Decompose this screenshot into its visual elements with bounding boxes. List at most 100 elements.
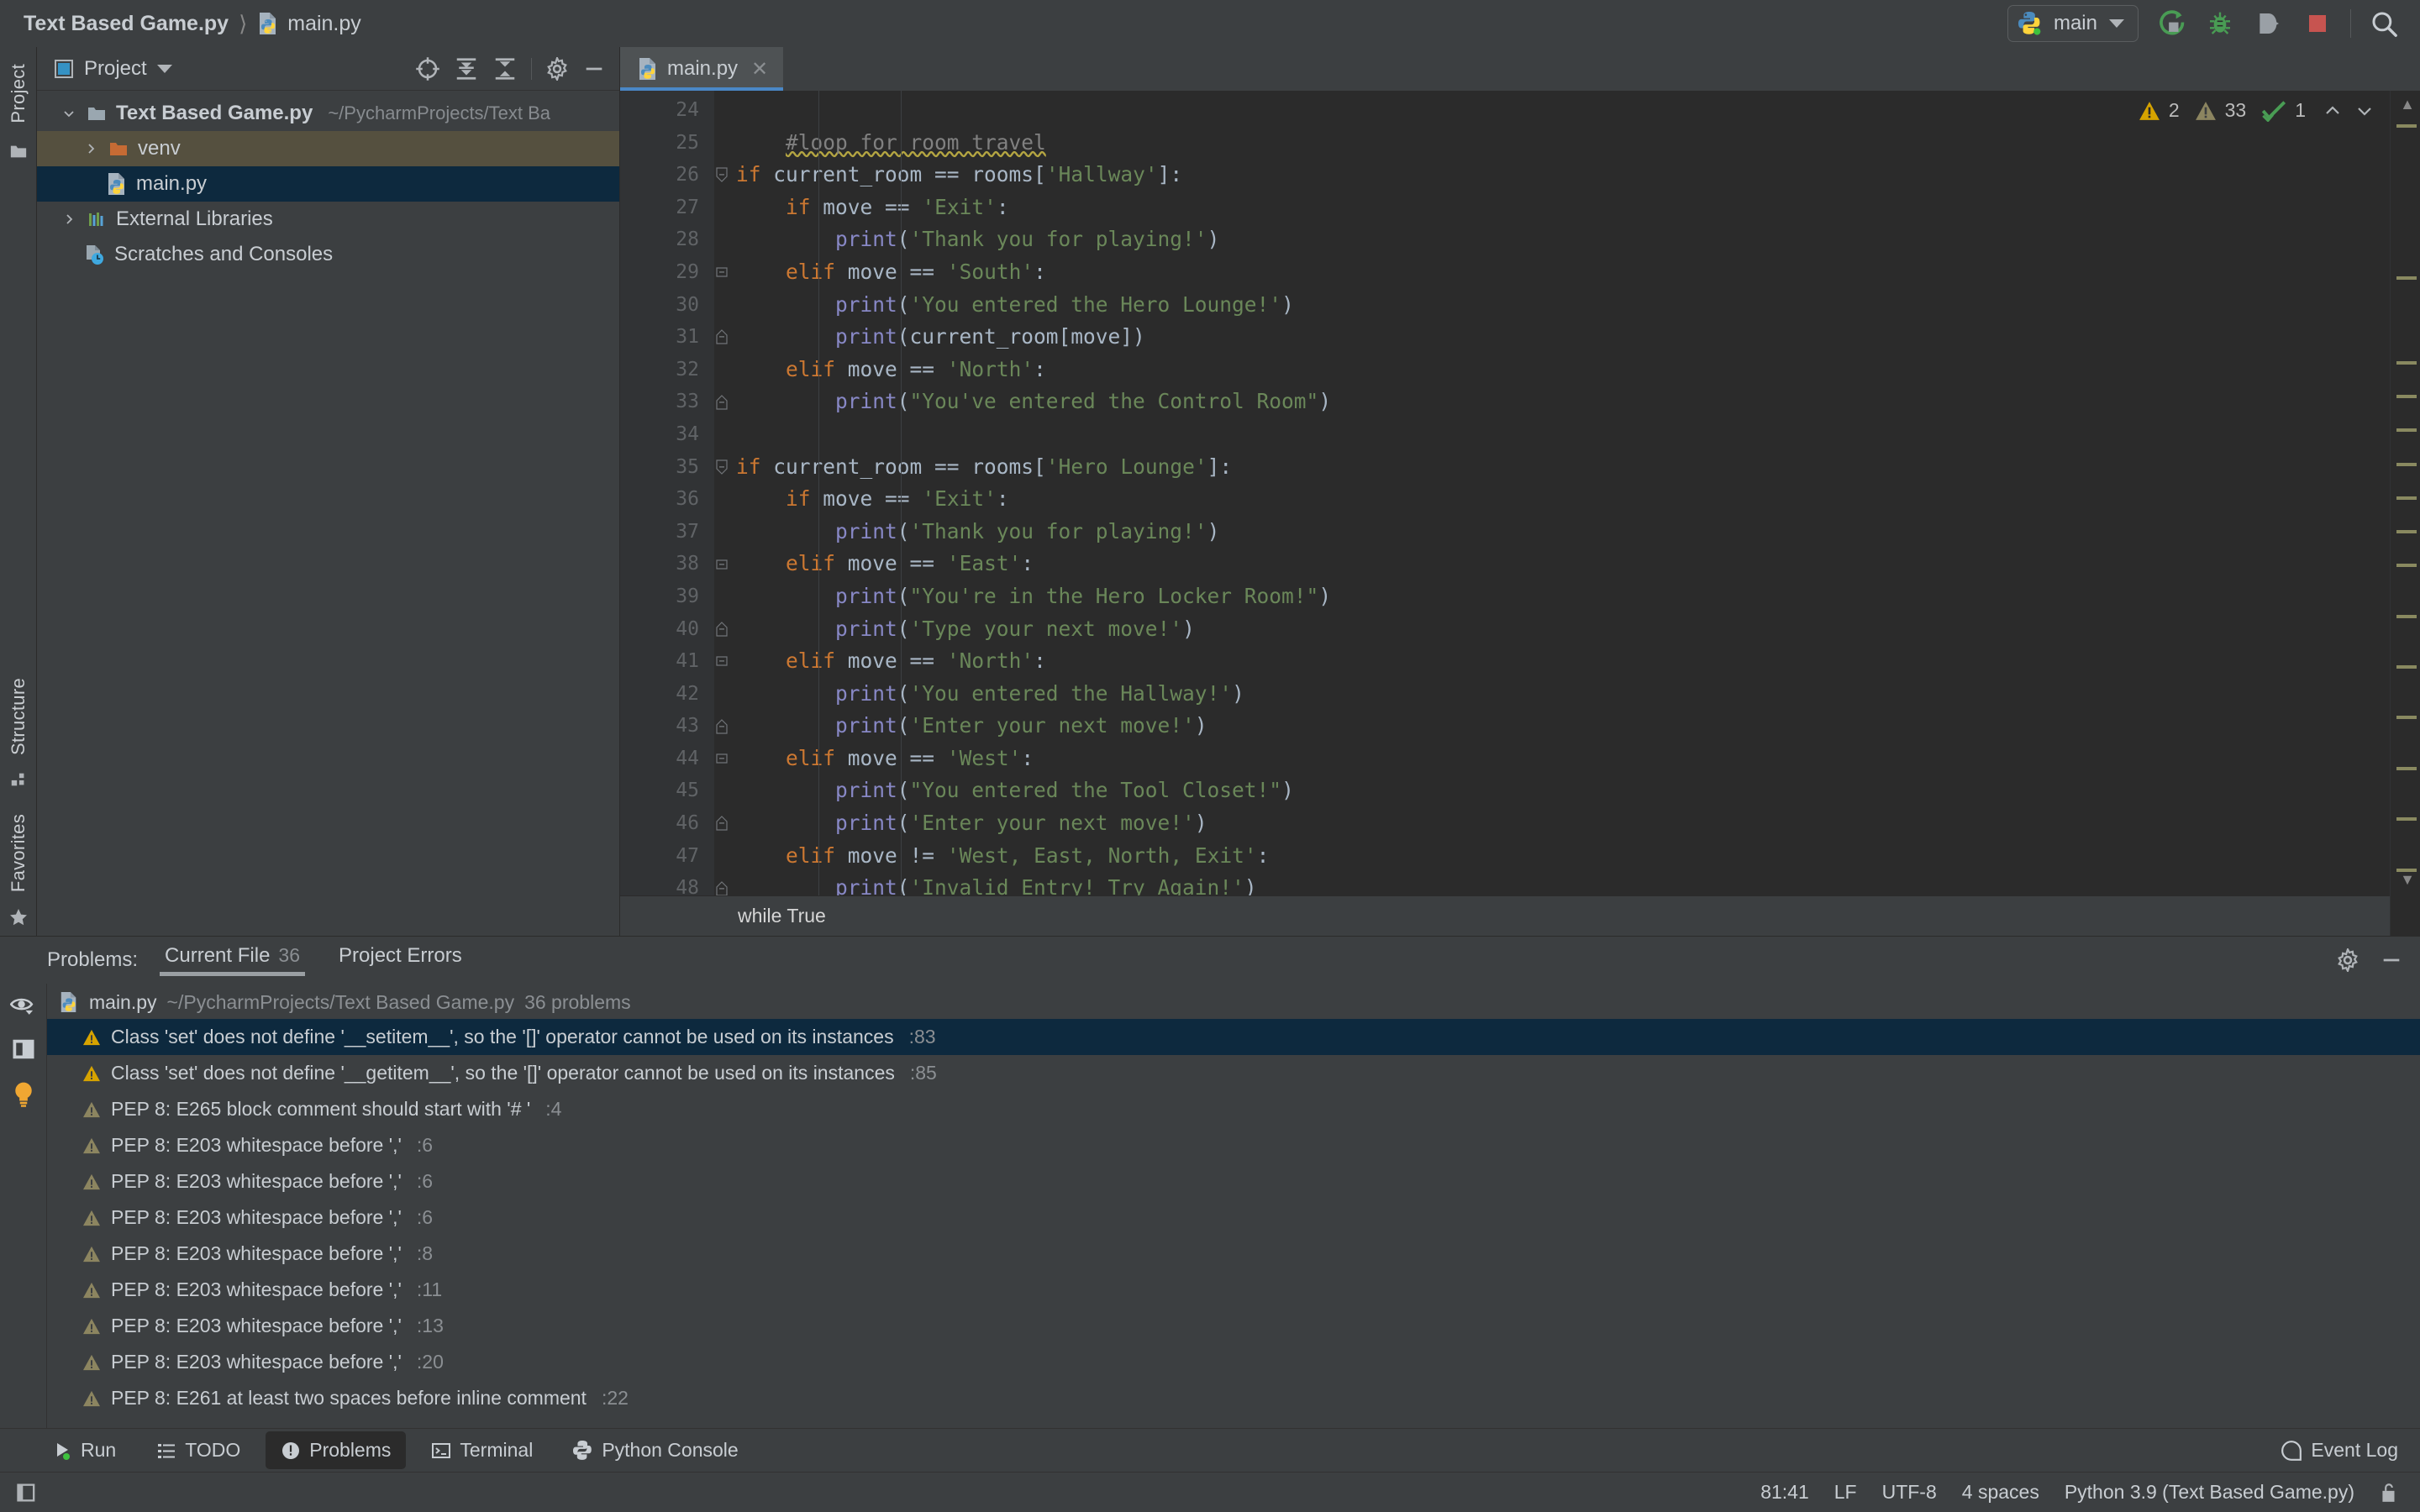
run-button[interactable] [2155, 8, 2187, 39]
hide-panel-icon[interactable] [582, 57, 606, 81]
select-opened-file-icon[interactable] [415, 56, 440, 81]
tool-window-button-project[interactable]: Project [8, 47, 29, 169]
gutter-line-number[interactable]: 41 [620, 645, 728, 678]
problem-row[interactable]: PEP 8: E203 whitespace before ',':8 [47, 1236, 2420, 1272]
problem-row[interactable]: PEP 8: E203 whitespace before ',':20 [47, 1344, 2420, 1380]
gutter-line-number[interactable]: 35 [620, 451, 728, 484]
problem-row[interactable]: PEP 8: E203 whitespace before ',':6 [47, 1127, 2420, 1163]
next-problem-icon[interactable] [2353, 101, 2376, 121]
problems-list[interactable]: main.py ~/PycharmProjects/Text Based Gam… [47, 984, 2420, 1428]
previous-problem-icon[interactable] [2321, 101, 2344, 121]
show-tool-windows-icon[interactable] [15, 1481, 39, 1504]
editor-tab-main-py[interactable]: main.py ✕ [620, 47, 784, 91]
gutter-line-number[interactable]: 47 [620, 840, 714, 873]
code-line[interactable]: elif move != 'West, East, North, Exit': [714, 840, 2390, 873]
code-line[interactable]: if current_room == rooms['Hallway']: [714, 159, 2390, 192]
collapse-all-icon[interactable] [492, 56, 518, 81]
error-stripe-mark[interactable] [2396, 276, 2417, 281]
inspections-widget[interactable]: 2 33 1 [2139, 99, 2376, 122]
gutter-line-number[interactable]: 39 [620, 580, 714, 613]
tool-window-button-favorites[interactable]: Favorites [8, 797, 29, 936]
tool-window-button-structure[interactable]: Structure [8, 661, 29, 797]
gutter-line-number[interactable]: 46 [620, 807, 728, 840]
gutter-line-number[interactable]: 43 [620, 710, 728, 743]
status-line-separator[interactable]: LF [1834, 1481, 1857, 1504]
debug-button[interactable] [2204, 8, 2236, 39]
status-indent[interactable]: 4 spaces [1962, 1481, 2039, 1504]
code-line[interactable]: elif move == 'North': [714, 354, 2390, 386]
error-stripe-mark[interactable] [2396, 124, 2417, 129]
bottom-tab-todo[interactable]: TODO [141, 1431, 255, 1469]
gutter-line-number[interactable]: 37 [620, 516, 714, 549]
error-stripe-mark[interactable] [2396, 360, 2417, 365]
problem-row[interactable]: Class 'set' does not define '__getitem__… [47, 1055, 2420, 1091]
breadcrumb-project[interactable]: Text Based Game.py [24, 12, 229, 36]
code-line[interactable]: print('Thank you for playing!') [714, 516, 2390, 549]
error-stripe-mark[interactable] [2396, 496, 2417, 500]
hide-panel-icon[interactable] [2380, 948, 2403, 972]
code-line[interactable]: print("You entered the Tool Closet!") [714, 774, 2390, 807]
gutter-line-number[interactable]: 33 [620, 386, 728, 418]
problem-row[interactable]: PEP 8: E261 at least two spaces before i… [47, 1380, 2420, 1416]
code-line[interactable] [714, 418, 2390, 451]
event-log-button[interactable]: Event Log [2281, 1439, 2420, 1462]
code-text-area[interactable]: #loop for room travel if current_room == … [714, 91, 2390, 936]
code-line[interactable]: elif move == 'North': [714, 645, 2390, 678]
gutter-line-number[interactable]: 27 [620, 192, 714, 224]
stripe-scroll-up-icon[interactable]: ▲ [2400, 96, 2415, 113]
error-stripe-mark[interactable] [2396, 530, 2417, 534]
error-stripe-mark[interactable] [2396, 766, 2417, 770]
tree-node-main-py[interactable]: main.py [37, 166, 619, 202]
error-stripe-mark[interactable] [2396, 614, 2417, 618]
bottom-tab-python-console[interactable]: Python Console [558, 1431, 753, 1469]
status-encoding[interactable]: UTF-8 [1882, 1481, 1937, 1504]
problem-row[interactable]: PEP 8: E203 whitespace before ',':6 [47, 1200, 2420, 1236]
code-line[interactable]: elif move == 'South': [714, 256, 2390, 289]
tree-node-external-libraries[interactable]: External Libraries [37, 202, 619, 237]
chevron-right-icon[interactable] [82, 140, 99, 157]
tree-node-venv[interactable]: venv [37, 131, 619, 166]
gutter-line-number[interactable]: 36 [620, 483, 714, 516]
gutter-line-number[interactable]: 45 [620, 774, 714, 807]
problems-file-row[interactable]: main.py ~/PycharmProjects/Text Based Gam… [47, 985, 2420, 1019]
tree-node-scratches-and-consoles[interactable]: Scratches and Consoles [37, 237, 619, 272]
chevron-down-icon[interactable] [60, 105, 77, 122]
problem-row[interactable]: Class 'set' does not define '__setitem__… [47, 1019, 2420, 1055]
project-view-chevron-down-icon[interactable] [156, 64, 172, 73]
code-line[interactable]: if move == 'Exit': [714, 192, 2390, 224]
problem-row[interactable]: PEP 8: E265 block comment should start w… [47, 1091, 2420, 1127]
expand-all-icon[interactable] [454, 56, 479, 81]
error-stripe-mark[interactable] [2396, 564, 2417, 568]
tab-current-file[interactable]: Current File 36 [160, 944, 305, 976]
open-editor-preview-icon[interactable] [11, 1037, 36, 1061]
code-line[interactable]: print('You entered the Hallway!') [714, 678, 2390, 711]
bottom-tab-problems[interactable]: Problems [266, 1431, 407, 1469]
error-stripe-mark[interactable] [2396, 395, 2417, 399]
code-line[interactable]: print("You've entered the Control Room") [714, 386, 2390, 418]
gutter-line-number[interactable]: 24 [620, 94, 714, 127]
code-line[interactable]: #loop for room travel [714, 127, 2390, 160]
editor-gutter[interactable]: 24 25 26 27 28 29 30 31 32 33 34 35 36 37 38 39 40 41 42 43… [620, 91, 728, 936]
run-configuration-selector[interactable]: main [2007, 5, 2139, 42]
error-stripe-mark[interactable] [2396, 817, 2417, 822]
gutter-line-number[interactable]: 38 [620, 548, 728, 580]
error-stripe-mark[interactable] [2396, 462, 2417, 466]
gutter-line-number[interactable]: 42 [620, 678, 714, 711]
error-stripe-mark[interactable] [2396, 665, 2417, 669]
code-line[interactable]: print('You entered the Hero Lounge!') [714, 289, 2390, 322]
gutter-line-number[interactable]: 29 [620, 256, 728, 289]
code-line[interactable]: print("You're in the Hero Locker Room!") [714, 580, 2390, 613]
stop-button[interactable] [2302, 8, 2333, 39]
problem-row[interactable]: PEP 8: E203 whitespace before ',':6 [47, 1163, 2420, 1200]
problem-row[interactable]: PEP 8: E203 whitespace before ',':13 [47, 1308, 2420, 1344]
gear-icon[interactable] [545, 56, 569, 81]
editor-error-stripe[interactable]: ▲ ▼ [2390, 91, 2420, 936]
code-line[interactable]: print('Thank you for playing!') [714, 223, 2390, 256]
code-line[interactable]: if move == 'Exit': [714, 483, 2390, 516]
code-line[interactable]: print('Enter your next move!') [714, 807, 2390, 840]
error-stripe-mark[interactable] [2396, 428, 2417, 433]
chevron-right-icon[interactable] [60, 211, 77, 228]
code-line[interactable]: print('Enter your next move!') [714, 710, 2390, 743]
unlocked-icon[interactable] [2380, 1482, 2398, 1504]
gutter-line-number[interactable]: 25 [620, 127, 714, 160]
